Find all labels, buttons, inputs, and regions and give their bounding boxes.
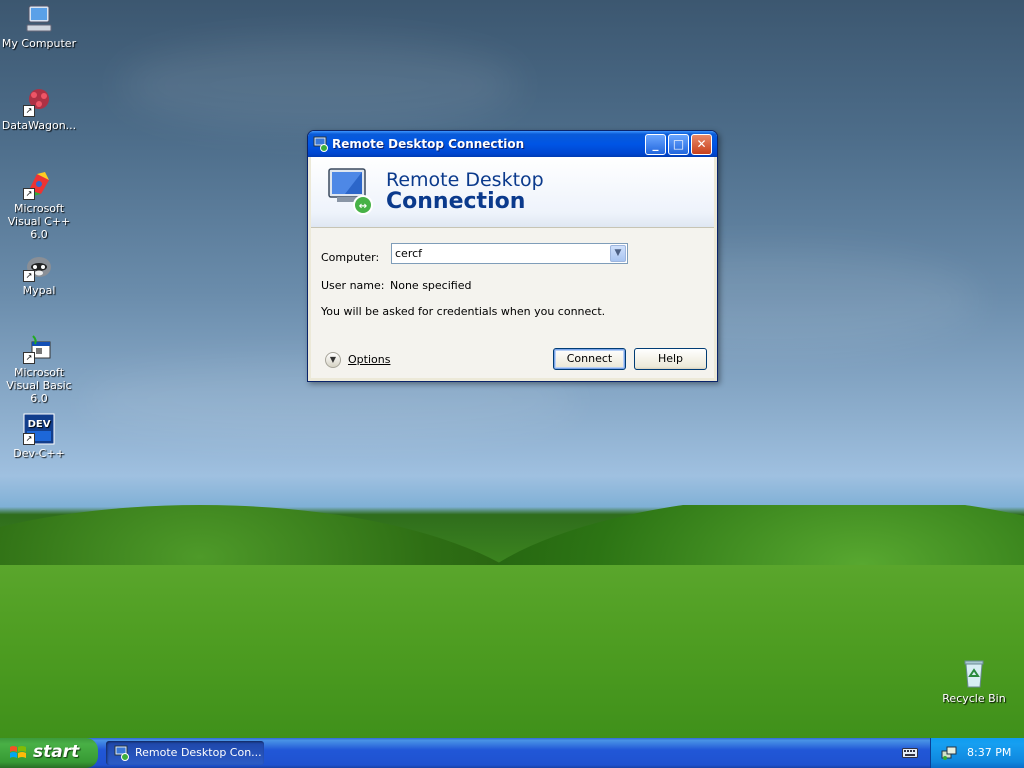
desktop-icon-label: DataWagon... (1, 119, 77, 132)
credentials-info-text: You will be asked for credentials when y… (321, 305, 606, 318)
banner-title-line2: Connection (386, 189, 526, 214)
desktop-icon-visual-cpp[interactable]: ↗ Microsoft Visual C++ 6.0 (0, 168, 78, 241)
mypal-icon: ↗ (23, 250, 55, 282)
system-tray: 8:37 PM (930, 738, 1024, 768)
options-expand-icon[interactable]: ▼ (325, 352, 341, 368)
recycle-bin-icon (958, 658, 990, 690)
username-value: None specified (390, 279, 472, 292)
datawagon-icon: ↗ (23, 85, 55, 117)
desktop-icon-label: Microsoft Visual C++ 6.0 (7, 202, 71, 241)
title-bar[interactable]: Remote Desktop Connection _ □ ✕ (308, 131, 717, 157)
close-button[interactable]: ✕ (691, 134, 712, 155)
desktop-icon-label: Mypal (22, 284, 56, 297)
keyboard-icon[interactable] (902, 746, 918, 760)
visual-cpp-icon: ↗ (23, 168, 55, 200)
minimize-icon: _ (652, 137, 659, 151)
desktop-icon-dev-cpp[interactable]: DEV ↗ Dev-C++ (0, 413, 78, 460)
remote-desktop-small-icon (114, 745, 130, 761)
connect-button[interactable]: Connect (553, 348, 626, 370)
remote-desktop-large-icon: ↔ (325, 165, 377, 217)
window-title: Remote Desktop Connection (332, 137, 525, 151)
desktop-icon-recycle-bin[interactable]: Recycle Bin (935, 658, 1013, 705)
window-body: ↔ Remote Desktop Connection Computer: ce… (311, 157, 714, 378)
options-link[interactable]: Options (348, 353, 390, 366)
computer-label: Computer: (321, 251, 380, 264)
meadow (0, 565, 1024, 740)
clock[interactable]: 8:37 PM (967, 746, 1011, 759)
visual-basic-icon: ↗ (23, 332, 55, 364)
desktop-icon-label: Recycle Bin (942, 692, 1006, 705)
desktop-icon-visual-basic[interactable]: ↗ Microsoft Visual Basic 6.0 (0, 332, 78, 405)
desktop-icon-mypal[interactable]: ↗ Mypal (0, 250, 78, 297)
username-label: User name: (321, 279, 385, 292)
svg-text:↔: ↔ (359, 201, 367, 212)
cloud (120, 40, 520, 130)
desktop-icon-datawagon[interactable]: ↗ DataWagon... (0, 85, 78, 132)
desktop-icon-label: My Computer (1, 37, 77, 50)
taskbar-item-label: Remote Desktop Con... (135, 746, 262, 759)
close-icon: ✕ (696, 137, 707, 151)
dev-cpp-icon: DEV ↗ (23, 413, 55, 445)
desktop-icon-label: Microsoft Visual Basic 6.0 (6, 366, 72, 405)
windows-flag-icon (9, 744, 27, 762)
start-button[interactable]: start (0, 738, 98, 768)
computer-input[interactable]: cercf (395, 247, 422, 260)
maximize-icon: □ (672, 137, 685, 151)
minimize-button[interactable]: _ (645, 134, 666, 155)
maximize-button[interactable]: □ (668, 134, 689, 155)
remote-desktop-small-icon (313, 136, 329, 152)
my-computer-icon (23, 3, 55, 35)
banner: ↔ Remote Desktop Connection (311, 157, 714, 228)
chevron-down-icon[interactable]: ▼ (610, 245, 626, 262)
banner-title-line1: Remote Desktop (386, 169, 544, 191)
start-label: start (33, 742, 80, 762)
desktop-icon-my-computer[interactable]: My Computer (0, 3, 78, 50)
computer-combobox[interactable]: cercf ▼ (391, 243, 628, 264)
network-icon[interactable] (941, 745, 957, 761)
desktop-icon-label: Dev-C++ (13, 447, 65, 460)
taskbar: start Remote Desktop Con... 8:37 PM (0, 738, 1024, 768)
remote-desktop-window[interactable]: Remote Desktop Connection _ □ ✕ ↔ Remote… (307, 130, 718, 382)
help-button[interactable]: Help (634, 348, 707, 370)
taskbar-item-remote-desktop[interactable]: Remote Desktop Con... (106, 741, 264, 765)
svg-text:DEV: DEV (28, 419, 51, 430)
